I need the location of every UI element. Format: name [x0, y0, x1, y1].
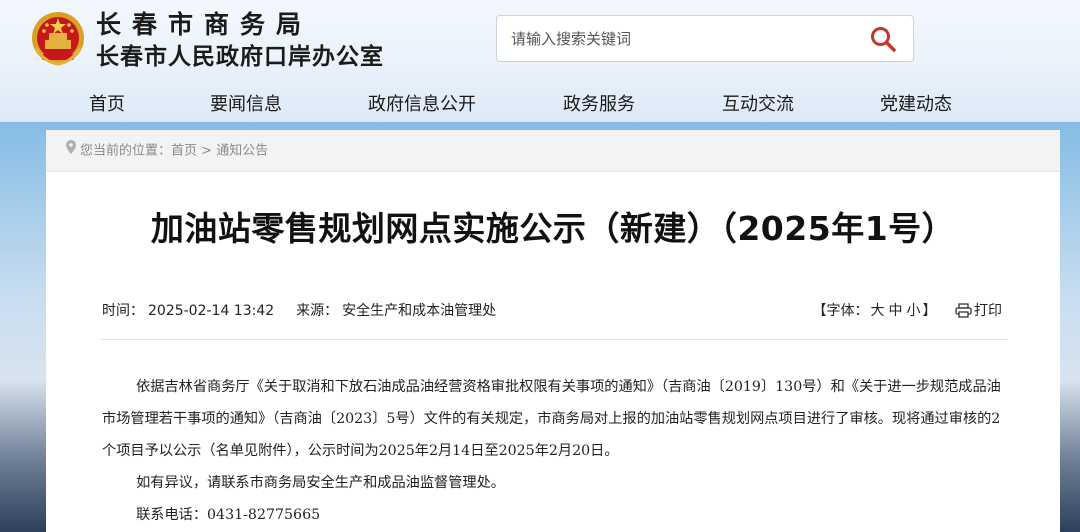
source-label: 来源： — [296, 303, 339, 319]
org-name: 长春市商务局 — [96, 10, 313, 39]
breadcrumb: 您当前的位置：首页 > 通知公告 — [46, 130, 1060, 172]
breadcrumb-home-link[interactable]: 首页 — [171, 144, 197, 159]
article-meta: 时间： 2025-02-14 13:42 来源： 安全生产和成本油管理处 — [102, 300, 500, 320]
nav-item-home[interactable]: 首页 — [89, 90, 125, 116]
national-emblem-icon — [30, 10, 86, 68]
time-value: 2025-02-14 13:42 — [148, 303, 275, 319]
nav-item-party[interactable]: 党建动态 — [880, 90, 952, 116]
font-medium-button[interactable]: 中 — [889, 303, 903, 319]
print-label: 打印 — [974, 303, 1002, 319]
breadcrumb-prefix: 您当前的位置： — [80, 143, 172, 159]
breadcrumb-separator: > — [201, 143, 213, 159]
article-title: 加油站零售规划网点实施公示（新建）（2025年1号） — [150, 209, 956, 248]
source-value: 安全生产和成本油管理处 — [342, 303, 497, 319]
body-paragraph: 联系电话：0431-82775665 — [136, 507, 321, 523]
font-small-button[interactable]: 小 — [907, 303, 921, 319]
nav-item-services[interactable]: 政务服务 — [563, 90, 635, 116]
content-panel: 您当前的位置：首页 > 通知公告 加油站零售规划网点实施公示（新建）（2025年… — [46, 130, 1060, 532]
nav-item-interaction[interactable]: 互动交流 — [722, 90, 794, 116]
location-pin-icon — [66, 130, 76, 172]
body-paragraph: 如有异议，请联系市商务局安全生产和成品油监督管理处。 — [136, 475, 505, 491]
printer-icon — [955, 303, 972, 318]
article-tools: 【字体：大中小】 打印 — [813, 300, 1002, 320]
nav-item-gov-info[interactable]: 政府信息公开 — [368, 90, 476, 116]
nav-item-news[interactable]: 要闻信息 — [210, 90, 282, 116]
print-button[interactable]: 打印 — [955, 303, 1002, 319]
breadcrumb-current-link[interactable]: 通知公告 — [216, 144, 268, 159]
site-header: 长春市商务局 长春市人民政府口岸办公室 首页 要闻信息 政府信息公开 政务服务 … — [0, 0, 1080, 122]
font-size-label: 【字体： — [812, 303, 869, 319]
meta-divider — [100, 339, 1008, 340]
search-input[interactable] — [511, 16, 851, 61]
article-body: 依据吉林省商务厅《关于取消和下放石油成品油经营资格审批权限有关事项的通知》（吉商… — [102, 371, 1012, 531]
main-nav: 首页 要闻信息 政府信息公开 政务服务 互动交流 党建动态 — [0, 86, 1080, 122]
search-icon[interactable] — [869, 25, 897, 53]
body-paragraph: 依据吉林省商务厅《关于取消和下放石油成品油经营资格审批权限有关事项的通知》（吉商… — [102, 379, 1001, 459]
font-size-close: 】 — [922, 303, 937, 319]
font-large-button[interactable]: 大 — [871, 303, 885, 319]
time-label: 时间： — [102, 303, 144, 319]
search-box — [496, 15, 914, 62]
org-subname: 长春市人民政府口岸办公室 — [96, 43, 384, 70]
